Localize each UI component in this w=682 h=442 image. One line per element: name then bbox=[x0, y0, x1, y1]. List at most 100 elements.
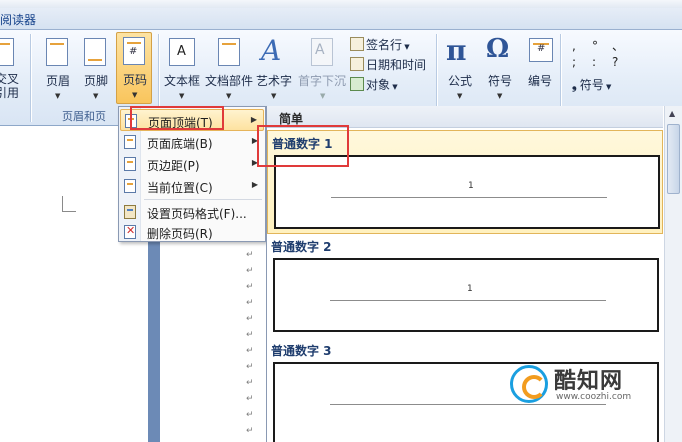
watermark-title: 酷知网 bbox=[554, 369, 624, 394]
text-box-button[interactable]: A 文本框 ▼ bbox=[160, 34, 204, 104]
highlight-box-gallery-item bbox=[257, 125, 349, 167]
numbering-button[interactable]: # 编号 bbox=[518, 34, 562, 104]
drop-cap-button[interactable]: A 首字下沉 ▼ bbox=[296, 34, 348, 104]
numbering-label: 编号 bbox=[527, 74, 552, 88]
paragraph-mark: ↵ bbox=[246, 410, 254, 420]
footer-label: 页脚 bbox=[83, 74, 108, 88]
special-symbol-label: 符号 bbox=[579, 78, 604, 92]
header-line bbox=[331, 197, 607, 198]
chevron-down-icon: ▼ bbox=[271, 92, 277, 100]
group-label: 页眉和页 bbox=[62, 110, 106, 123]
drop-cap-label: 首字下沉 bbox=[297, 74, 346, 88]
submenu-arrow-icon: ▶ bbox=[250, 115, 257, 124]
group-separator bbox=[30, 34, 31, 122]
page-number-button[interactable]: # 页码 ▼ bbox=[116, 32, 152, 104]
chevron-down-icon: ▼ bbox=[93, 92, 99, 100]
paragraph-mark: ↵ bbox=[246, 250, 254, 260]
format-page-number-icon bbox=[124, 205, 136, 219]
numbering-icon: # bbox=[529, 38, 553, 62]
menu-item-current-position[interactable]: 当前位置(C) ▶ bbox=[120, 175, 264, 197]
signature-icon bbox=[350, 37, 364, 51]
object-label: 对象 bbox=[366, 78, 391, 92]
paragraph-mark: ↵ bbox=[246, 330, 254, 340]
text-box-label: 文本框 bbox=[163, 74, 200, 88]
paragraph-mark: ↵ bbox=[246, 314, 254, 324]
gallery-item-title: 普通数字 2 bbox=[271, 240, 332, 254]
header-line bbox=[330, 300, 606, 301]
tab-bar: 阅读器 bbox=[0, 8, 682, 30]
wordart-button[interactable]: A 艺术字 ▼ bbox=[252, 34, 296, 104]
scrollbar-thumb[interactable] bbox=[667, 124, 680, 194]
object-icon bbox=[350, 77, 364, 91]
drop-cap-icon: A bbox=[311, 38, 333, 66]
equation-button[interactable]: π 公式 ▼ bbox=[438, 34, 482, 104]
date-time-command[interactable]: 日期和时间 bbox=[350, 56, 426, 74]
page-number-preview: 1 bbox=[468, 181, 474, 191]
chevron-down-icon: ▼ bbox=[55, 92, 61, 100]
cross-reference-icon bbox=[0, 38, 14, 66]
gallery-item-title: 普通数字 3 bbox=[271, 344, 332, 358]
symbol-button[interactable]: Ω 符号 ▼ bbox=[478, 34, 522, 104]
paragraph-mark: ↵ bbox=[246, 394, 254, 404]
watermark-url: www.coozhi.com bbox=[556, 392, 632, 402]
chevron-down-icon: ▼ bbox=[457, 92, 463, 100]
menu-item-label: 页面底端(B) bbox=[147, 137, 213, 151]
special-symbol-command[interactable]: ❟ 符号 ▼ bbox=[572, 76, 611, 94]
page-corner-marker bbox=[62, 196, 76, 212]
page-number-label: 页码 bbox=[122, 73, 147, 87]
paragraph-mark: ↵ bbox=[246, 266, 254, 276]
page-bottom-icon bbox=[124, 135, 136, 149]
title-strip bbox=[0, 0, 682, 8]
equation-label: 公式 bbox=[447, 74, 472, 88]
menu-item-label: 页边距(P) bbox=[147, 159, 200, 173]
cross-reference-label: 交叉 引用 bbox=[0, 72, 19, 100]
menu-divider bbox=[144, 199, 262, 200]
object-command[interactable]: 对象 ▼ bbox=[350, 76, 398, 94]
page-number-preview: 1 bbox=[467, 284, 473, 294]
scroll-up-icon[interactable]: ▲ bbox=[669, 109, 675, 118]
menu-item-label: 当前位置(C) bbox=[147, 181, 213, 195]
delete-page-number-icon bbox=[124, 224, 136, 239]
chevron-down-icon: ▼ bbox=[179, 92, 185, 100]
current-position-icon bbox=[124, 179, 136, 193]
paragraph-mark: ↵ bbox=[246, 282, 254, 292]
watermark-logo-icon bbox=[510, 365, 548, 403]
gallery-preview-page: 1 bbox=[273, 258, 659, 332]
quick-parts-button[interactable]: 文档部件 ▼ bbox=[204, 34, 254, 104]
paragraph-mark: ↵ bbox=[246, 346, 254, 356]
omega-icon: Ω bbox=[486, 34, 510, 64]
header-icon bbox=[46, 38, 68, 66]
special-symbol-grid: , ° 、 ; : ? bbox=[572, 39, 625, 69]
pi-icon: π bbox=[446, 34, 467, 67]
quick-parts-icon bbox=[218, 38, 240, 66]
calendar-icon bbox=[350, 57, 364, 71]
wordart-label: 艺术字 bbox=[255, 74, 292, 88]
window-title: 阅读器 bbox=[0, 13, 37, 27]
menu-item-bottom-of-page[interactable]: 页面底端(B) ▶ bbox=[120, 131, 264, 153]
menu-item-label: 设置页码格式(F)... bbox=[147, 207, 247, 221]
submenu-arrow-icon: ▶ bbox=[251, 180, 258, 189]
signature-line-command[interactable]: 签名行 ▼ bbox=[350, 36, 410, 54]
highlight-box-menu-item bbox=[130, 106, 224, 130]
menu-item-remove-page-numbers[interactable]: 删除页码(R) bbox=[120, 221, 264, 243]
menu-item-label: 删除页码(R) bbox=[147, 227, 213, 241]
menu-item-page-margins[interactable]: 页边距(P) ▶ bbox=[120, 153, 264, 175]
chevron-down-icon: ▼ bbox=[497, 92, 503, 100]
chevron-down-icon: ▼ bbox=[320, 92, 326, 100]
gallery-scrollbar[interactable]: ▲ bbox=[664, 106, 682, 442]
quick-parts-label: 文档部件 bbox=[204, 74, 253, 88]
cross-reference-button[interactable]: 交叉 引用 bbox=[0, 34, 22, 104]
chevron-down-icon: ▼ bbox=[132, 91, 138, 99]
paragraph-mark: ↵ bbox=[246, 362, 254, 372]
signature-line-label: 签名行 bbox=[366, 38, 403, 52]
paragraph-mark: ↵ bbox=[246, 298, 254, 308]
paragraph-mark: ↵ bbox=[246, 378, 254, 388]
wordart-icon: A bbox=[261, 34, 282, 67]
page-margin-icon bbox=[124, 157, 136, 171]
footer-icon bbox=[84, 38, 106, 66]
page-number-icon: # bbox=[123, 37, 145, 65]
menu-item-format-page-numbers[interactable]: 设置页码格式(F)... bbox=[120, 201, 264, 223]
footer-button[interactable]: 页脚 ▼ bbox=[74, 34, 118, 104]
gallery-item-plain-number-2[interactable]: 普通数字 2 1 bbox=[267, 234, 663, 338]
site-watermark: 酷知网 www.coozhi.com bbox=[510, 362, 660, 412]
